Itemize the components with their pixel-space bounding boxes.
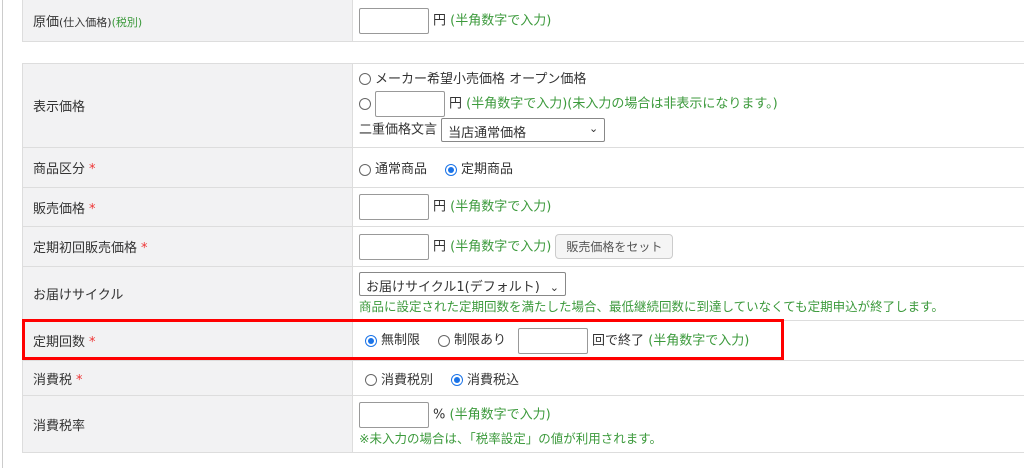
required-mark: *: [89, 335, 96, 350]
row-cycle: お届けサイクル お届けサイクル1(デフォルト) ⌄ 商品に設定された定期回数を満たし…: [22, 266, 1024, 321]
radio-unlimited[interactable]: [365, 334, 377, 347]
set-sale-price-button[interactable]: 販売価格をセット: [555, 234, 674, 259]
opt-tax-included: 消費税込: [467, 372, 520, 388]
label-sub-tax: (税別): [111, 16, 143, 29]
first-price-input[interactable]: [359, 233, 429, 260]
label-text: 原価: [33, 15, 60, 30]
cost-input[interactable]: [359, 7, 429, 34]
count-input[interactable]: [518, 327, 589, 354]
select-value: お届けサイクル1(デフォルト): [366, 280, 540, 295]
cycle-note: 商品に設定された定期回数を満たした場合、最低継続回数に到達していなくても定期申込…: [359, 299, 944, 314]
row-display-price: 表示価格 メーカー希望小売価格 オープン価格 円 (半角数字で入力)(未入力の場…: [22, 63, 1024, 148]
radio-tax-included[interactable]: [451, 374, 464, 386]
label-tax-rate: 消費税率: [22, 395, 353, 453]
hint: (半角数字で入力)(未入力の場合は非表示になります。): [466, 96, 778, 111]
chevron-down-icon: ⌄: [549, 281, 559, 294]
row-category: 商品区分 * 通常商品 定期商品: [22, 147, 1024, 188]
label-category: 商品区分: [33, 162, 86, 177]
dual-price-select[interactable]: 当店通常価格 ⌄: [441, 117, 606, 142]
row-sale-price: 販売価格 * 円 (半角数字で入力): [22, 187, 1024, 227]
row-cost: 原価(仕入価格)(税別) 円 (半角数字で入力): [22, 0, 1024, 42]
opt-normal: 通常商品: [375, 162, 428, 177]
label-cost: 原価(仕入価格)(税別): [22, 0, 353, 42]
required-mark: *: [89, 201, 96, 217]
row-tax: 消費税 * 消費税別 消費税込: [22, 360, 1024, 396]
row-tax-rate: 消費税率 % (半角数字で入力) ※未入力の場合は、「税率設定」の値が利用されます…: [22, 395, 1024, 453]
row-first-price: 定期初回販売価格 * 円 (半角数字で入力) 販売価格をセット: [22, 226, 1024, 267]
radio-subscription[interactable]: [445, 163, 458, 176]
required-mark: *: [76, 372, 83, 388]
opt-open-price: メーカー希望小売価格 オープン価格: [375, 71, 587, 87]
display-price-input[interactable]: [375, 90, 445, 117]
price-table: 表示価格 メーカー希望小売価格 オープン価格 円 (半角数字で入力)(未入力の場…: [22, 63, 1024, 453]
hint: (半角数字で入力): [450, 239, 552, 254]
label-tax: 消費税: [33, 372, 73, 388]
tax-rate-input[interactable]: [359, 401, 429, 428]
unit: 円: [433, 239, 447, 254]
tax-rate-note: ※未入力の場合は、「税率設定」の値が利用されます。: [359, 430, 662, 446]
select-value: 当店通常価格: [448, 125, 527, 141]
label-cycle: お届けサイクル: [22, 266, 353, 321]
label-sale-price: 販売価格: [33, 201, 86, 217]
unit: %: [433, 407, 446, 422]
cycle-select[interactable]: お届けサイクル1(デフォルト) ⌄: [359, 272, 566, 296]
opt-subscription: 定期商品: [461, 162, 514, 177]
radio-tax-excluded[interactable]: [365, 374, 377, 386]
unit: 円: [433, 199, 447, 215]
opt-limited: 制限あり: [454, 333, 507, 348]
dual-price-label: 二重価格文言: [359, 122, 438, 137]
label-sub: (仕入価格): [59, 16, 112, 29]
hint: (半角数字で入力): [450, 13, 552, 28]
opt-tax-excluded: 消費税別: [381, 372, 434, 388]
required-mark: *: [141, 241, 148, 256]
count-suffix: 回で終了: [592, 333, 645, 348]
label-count: 定期回数: [33, 335, 86, 350]
radio-open-price[interactable]: [359, 73, 371, 85]
unit: 円: [433, 13, 447, 28]
radio-limited[interactable]: [438, 334, 451, 347]
unit: 円: [449, 96, 463, 111]
page-border: [2, 0, 3, 468]
chevron-down-icon: ⌄: [588, 121, 599, 135]
opt-unlimited: 無制限: [381, 333, 421, 348]
radio-custom-price[interactable]: [359, 97, 371, 110]
radio-normal[interactable]: [359, 163, 371, 176]
hint: (半角数字で入力): [450, 199, 552, 215]
hint: (半角数字で入力): [648, 333, 750, 348]
hint: (半角数字で入力): [449, 407, 551, 422]
label-first-price: 定期初回販売価格: [33, 241, 138, 256]
row-count: 定期回数 * 無制限 制限あり 回で終了 (半角数字で入力): [22, 320, 1024, 361]
cost-table: 原価(仕入価格)(税別) 円 (半角数字で入力): [22, 0, 1024, 42]
required-mark: *: [89, 162, 96, 177]
label-display-price: 表示価格: [22, 63, 353, 148]
sale-price-input[interactable]: [359, 194, 429, 220]
